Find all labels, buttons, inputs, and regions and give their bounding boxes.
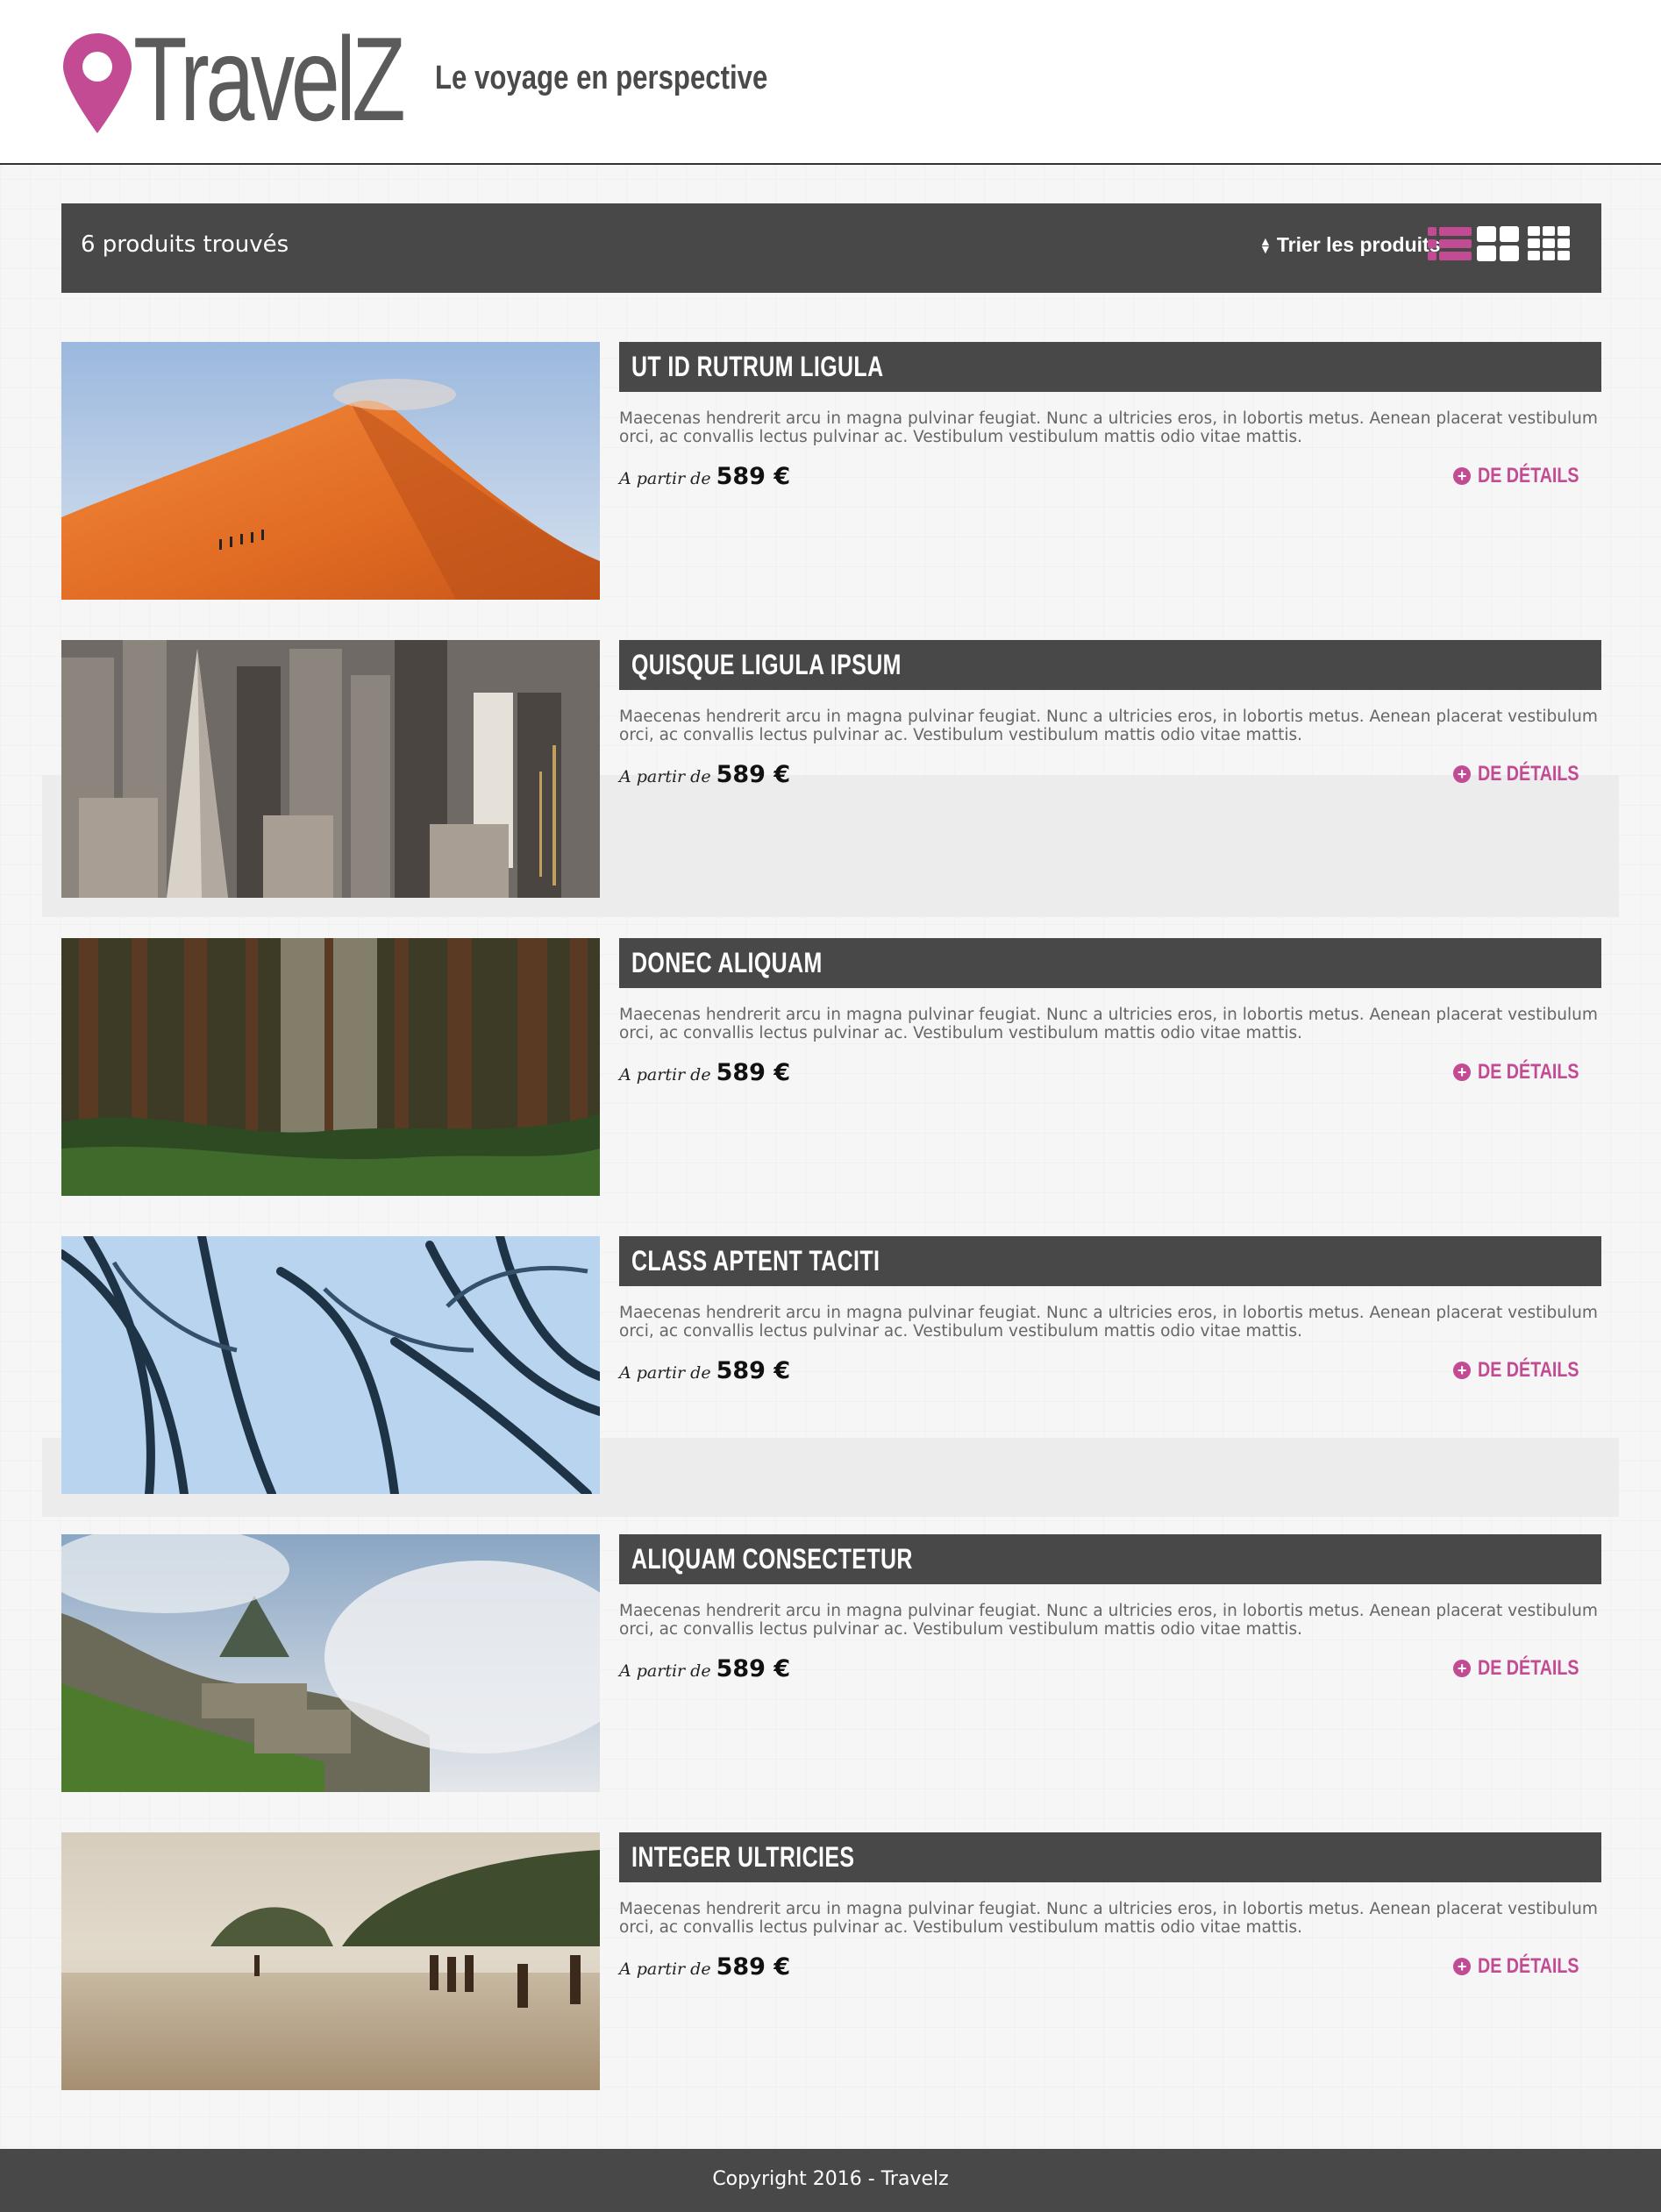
- product-title-bar: CLASS APTENT TACITI: [619, 1236, 1601, 1286]
- price-value: 589 €: [716, 1953, 791, 1981]
- product-price: A partir de 589 €: [619, 463, 790, 490]
- grid-2-view-icon[interactable]: [1477, 226, 1521, 261]
- product-title[interactable]: UT ID RUTRUM LIGULA: [631, 351, 883, 383]
- plus-circle-icon: +: [1453, 467, 1472, 485]
- site-header: TravelZ Le voyage en perspective: [0, 0, 1661, 165]
- product-title-bar: QUISQUE LIGULA IPSUM: [619, 640, 1601, 690]
- plus-circle-icon: +: [1453, 1362, 1472, 1379]
- details-label: DE DÉTAILS: [1478, 1358, 1579, 1382]
- product-title[interactable]: CLASS APTENT TACITI: [631, 1245, 880, 1277]
- plus-circle-icon: +: [1453, 1958, 1472, 1975]
- product-price: A partir de 589 €: [619, 1357, 790, 1384]
- product-image-desert[interactable]: [61, 342, 600, 600]
- product-title[interactable]: DONEC ALIQUAM: [631, 947, 823, 979]
- price-prefix: A partir de: [619, 1363, 711, 1383]
- forest-photo: [61, 938, 600, 1196]
- details-link[interactable]: + DE DÉTAILS: [1453, 1656, 1601, 1681]
- product-description: Maecenas hendrerit arcu in magna pulvina…: [619, 708, 1598, 744]
- product-card: DONEC ALIQUAM Maecenas hendrerit arcu in…: [61, 938, 1601, 1196]
- map-pin-icon: [63, 33, 132, 133]
- product-image-forest[interactable]: [61, 938, 600, 1196]
- plus-circle-icon: +: [1453, 765, 1472, 783]
- details-label: DE DÉTAILS: [1478, 464, 1579, 487]
- product-price: A partir de 589 €: [619, 1059, 790, 1086]
- product-description: Maecenas hendrerit arcu in magna pulvina…: [619, 1006, 1598, 1042]
- product-card: CLASS APTENT TACITI Maecenas hendrerit a…: [61, 1236, 1601, 1494]
- product-price: A partir de 589 €: [619, 1655, 790, 1682]
- price-value: 589 €: [716, 761, 791, 788]
- price-prefix: A partir de: [619, 767, 711, 786]
- product-title-bar: ALIQUAM CONSECTETUR: [619, 1534, 1601, 1584]
- details-link[interactable]: + DE DÉTAILS: [1453, 464, 1601, 488]
- price-value: 589 €: [716, 1059, 791, 1086]
- logo-text: TravelZ: [133, 12, 406, 146]
- product-card: QUISQUE LIGULA IPSUM Maecenas hendrerit …: [61, 640, 1601, 898]
- product-image-city[interactable]: [61, 640, 600, 898]
- results-toolbar: 6 produits trouvés ▲ ▼ Trier les produits: [61, 203, 1601, 293]
- list-view-icon[interactable]: [1428, 226, 1472, 261]
- palm-trees-photo: [61, 1236, 600, 1494]
- product-description: Maecenas hendrerit arcu in magna pulvina…: [619, 1304, 1598, 1341]
- price-value: 589 €: [716, 1357, 791, 1384]
- product-description: Maecenas hendrerit arcu in magna pulvina…: [619, 1602, 1598, 1639]
- product-title-bar: DONEC ALIQUAM: [619, 938, 1601, 988]
- product-description: Maecenas hendrerit arcu in magna pulvina…: [619, 409, 1598, 446]
- grid-3-view-icon[interactable]: [1528, 226, 1572, 261]
- product-title[interactable]: INTEGER ULTRICIES: [631, 1841, 854, 1874]
- sort-button[interactable]: ▲ ▼ Trier les produits: [1259, 233, 1440, 257]
- product-price: A partir de 589 €: [619, 1953, 790, 1981]
- plus-circle-icon: +: [1453, 1660, 1472, 1677]
- tagline: Le voyage en perspective: [435, 60, 768, 96]
- desert-dune-photo: [61, 342, 600, 600]
- price-value: 589 €: [716, 1655, 791, 1682]
- details-link[interactable]: + DE DÉTAILS: [1453, 1358, 1601, 1383]
- product-image-palms[interactable]: [61, 1236, 600, 1494]
- plus-circle-icon: +: [1453, 1063, 1472, 1081]
- beach-photo: [61, 1832, 600, 2090]
- product-card: INTEGER ULTRICIES Maecenas hendrerit arc…: [61, 1832, 1601, 2090]
- price-value: 589 €: [716, 463, 791, 490]
- product-card: UT ID RUTRUM LIGULA Maecenas hendrerit a…: [61, 342, 1601, 600]
- mountain-ruins-photo: [61, 1534, 600, 1792]
- product-image-beach[interactable]: [61, 1832, 600, 2090]
- price-prefix: A partir de: [619, 1960, 711, 1979]
- sort-label: Trier les produits: [1276, 233, 1441, 256]
- product-description: Maecenas hendrerit arcu in magna pulvina…: [619, 1900, 1598, 1937]
- site-footer: Copyright 2016 - Travelz: [0, 2149, 1661, 2212]
- product-title-bar: UT ID RUTRUM LIGULA: [619, 342, 1601, 392]
- city-skyline-photo: [61, 640, 600, 898]
- details-link[interactable]: + DE DÉTAILS: [1453, 762, 1601, 786]
- product-title[interactable]: ALIQUAM CONSECTETUR: [631, 1543, 913, 1575]
- details-label: DE DÉTAILS: [1478, 762, 1579, 786]
- details-label: DE DÉTAILS: [1478, 1954, 1579, 1978]
- details-link[interactable]: + DE DÉTAILS: [1453, 1060, 1601, 1085]
- copyright-text: Copyright 2016 - Travelz: [712, 2168, 949, 2190]
- details-label: DE DÉTAILS: [1478, 1656, 1579, 1680]
- details-label: DE DÉTAILS: [1478, 1060, 1579, 1084]
- price-prefix: A partir de: [619, 1661, 711, 1681]
- product-image-mountain[interactable]: [61, 1534, 600, 1792]
- product-title[interactable]: QUISQUE LIGULA IPSUM: [631, 649, 902, 681]
- product-price: A partir de 589 €: [619, 761, 790, 788]
- price-prefix: A partir de: [619, 469, 711, 488]
- result-count: 6 produits trouvés: [81, 231, 289, 258]
- sort-icon: ▲ ▼: [1259, 233, 1272, 256]
- price-prefix: A partir de: [619, 1065, 711, 1085]
- product-title-bar: INTEGER ULTRICIES: [619, 1832, 1601, 1882]
- details-link[interactable]: + DE DÉTAILS: [1453, 1954, 1601, 1979]
- product-card: ALIQUAM CONSECTETUR Maecenas hendrerit a…: [61, 1534, 1601, 1792]
